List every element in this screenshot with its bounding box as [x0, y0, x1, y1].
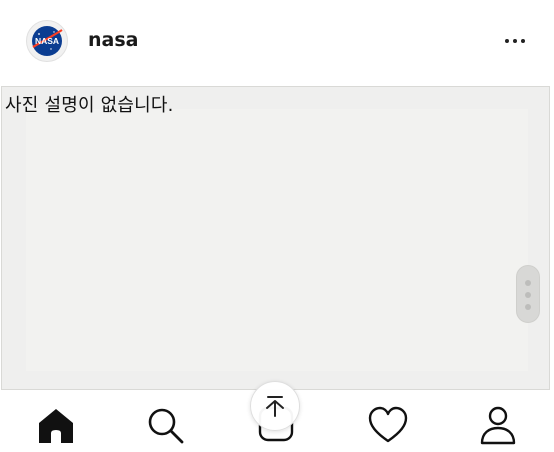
floating-side-handle[interactable]	[516, 265, 540, 323]
tab-activity[interactable]	[366, 404, 410, 448]
post-photo[interactable]: 사진 설명이 없습니다.	[1, 86, 550, 390]
home-icon	[39, 409, 73, 443]
search-icon	[148, 408, 184, 444]
post-username[interactable]: nasa	[88, 29, 138, 51]
tab-search[interactable]	[144, 404, 188, 448]
svg-text:NASA: NASA	[35, 36, 59, 46]
nasa-logo-icon: NASA	[32, 26, 63, 56]
more-options-icon[interactable]	[498, 30, 532, 52]
heart-icon	[368, 406, 408, 443]
photo-alt-text: 사진 설명이 없습니다.	[5, 95, 174, 116]
scroll-to-top-icon	[266, 396, 284, 417]
avatar[interactable]: NASA	[26, 20, 68, 62]
photo-placeholder	[26, 109, 528, 371]
tab-profile[interactable]	[476, 404, 520, 448]
scroll-to-top-button[interactable]	[250, 381, 300, 431]
tab-home[interactable]	[34, 404, 78, 448]
post-header: NASA nasa	[0, 0, 554, 86]
profile-icon	[480, 406, 516, 445]
